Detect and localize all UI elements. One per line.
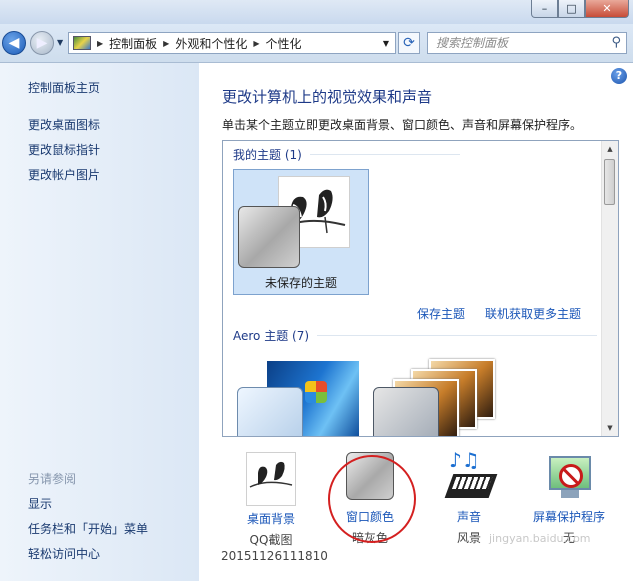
see-also-heading: 另请参阅 — [28, 472, 77, 486]
watermark-text: jingyan.baidu.com — [489, 532, 591, 545]
save-theme-link[interactable]: 保存主题 — [417, 305, 465, 322]
back-arrow-icon[interactable]: ◀ — [2, 31, 26, 55]
screensaver-icon — [545, 452, 593, 504]
navigation-bar: ◀ ▶ ▼ ▶ 控制面板 ▶ 外观和个性化 ▶ 个性化 ▼ ⟳ 搜索控制面板 ⚲ — [0, 24, 633, 63]
search-icon[interactable]: ⚲ — [611, 33, 621, 53]
help-icon[interactable]: ? — [611, 68, 627, 84]
window-controls: – □ ✕ — [531, 0, 629, 18]
chevron-right-icon[interactable]: ▶ — [253, 39, 259, 48]
window-color-swatch — [238, 206, 300, 268]
page-title: 更改计算机上的视觉效果和声音 — [222, 88, 433, 106]
breadcrumb-appearance[interactable]: 外观和个性化 — [175, 35, 247, 52]
see-also-ease-of-access[interactable]: 轻松访问中心 — [28, 545, 100, 562]
sound-icon: ♪♫ — [444, 448, 498, 504]
screenshot-timestamp: 20151126111810 — [221, 549, 328, 563]
left-pane: 控制面板主页 更改桌面图标 更改鼠标指针 更改帐户图片 另请参阅 显示 任务栏和… — [0, 63, 199, 581]
scroll-thumb[interactable] — [604, 159, 615, 205]
chevron-right-icon[interactable]: ▶ — [163, 39, 169, 48]
maximize-button[interactable]: □ — [558, 0, 585, 18]
vertical-scrollbar[interactable]: ▲ ▼ — [601, 141, 618, 436]
desktop-background-setting[interactable]: 桌面背景 QQ截图 — [226, 452, 316, 548]
breadcrumb-control-panel[interactable]: 控制面板 — [109, 35, 157, 52]
aero-themes-header-label: Aero 主题 (7) — [233, 329, 310, 343]
window-color-swatch — [237, 387, 303, 436]
annotation-circle — [328, 455, 416, 543]
minimize-button[interactable]: – — [531, 0, 558, 18]
windows-logo-icon — [305, 381, 327, 403]
see-also-display[interactable]: 显示 — [28, 495, 52, 512]
sidebar-item-mouse-pointers[interactable]: 更改鼠标指针 — [28, 141, 100, 158]
desktop-background-label: 桌面背景 — [246, 512, 295, 526]
scroll-down-icon[interactable]: ▼ — [602, 420, 618, 436]
aero-themes-header: Aero 主题 (7) — [233, 327, 598, 344]
refresh-icon[interactable]: ⟳ — [398, 32, 420, 54]
sidebar-item-home[interactable]: 控制面板主页 — [28, 79, 100, 96]
sidebar-item-account-picture[interactable]: 更改帐户图片 — [28, 166, 100, 183]
get-more-themes-link[interactable]: 联机获取更多主题 — [485, 305, 581, 322]
my-themes-header-label: 我的主题 (1) — [233, 148, 302, 162]
title-bar: – □ ✕ — [0, 0, 633, 24]
breadcrumb-personalization[interactable]: 个性化 — [266, 35, 302, 52]
scroll-up-icon[interactable]: ▲ — [602, 141, 618, 157]
group-divider — [317, 335, 598, 336]
theme-list[interactable]: 我的主题 (1) 未保存的主题 保存主题 联机获取更多主题 Aero 主题 (7… — [222, 140, 619, 437]
theme-tile-unsaved[interactable]: 未保存的主题 — [233, 169, 369, 295]
window-color-swatch — [373, 387, 439, 436]
chevron-down-icon[interactable]: ▼ — [383, 39, 389, 48]
close-button[interactable]: ✕ — [585, 0, 629, 18]
group-divider — [309, 154, 460, 155]
my-themes-header: 我的主题 (1) — [233, 146, 460, 163]
search-input[interactable]: 搜索控制面板 ⚲ — [427, 32, 627, 54]
search-placeholder: 搜索控制面板 — [436, 36, 509, 50]
forward-arrow-icon[interactable]: ▶ — [30, 31, 54, 55]
address-bar[interactable]: ▶ 控制面板 ▶ 外观和个性化 ▶ 个性化 ▼ — [68, 32, 396, 54]
desktop-background-icon — [246, 452, 296, 506]
chevron-right-icon[interactable]: ▶ — [97, 39, 103, 48]
sound-label: 声音 — [456, 510, 481, 524]
screensaver-label: 屏幕保护程序 — [532, 510, 605, 524]
desktop-background-value: QQ截图 — [249, 533, 293, 547]
control-panel-icon — [73, 36, 91, 50]
recent-pages-dropdown[interactable]: ▼ — [57, 38, 63, 47]
see-also-taskbar[interactable]: 任务栏和「开始」菜单 — [28, 520, 148, 537]
sidebar-item-desktop-icons[interactable]: 更改桌面图标 — [28, 116, 100, 133]
theme-label: 未保存的主题 — [264, 276, 337, 290]
page-description: 单击某个主题立即更改桌面背景、窗口颜色、声音和屏幕保护程序。 — [222, 118, 583, 132]
